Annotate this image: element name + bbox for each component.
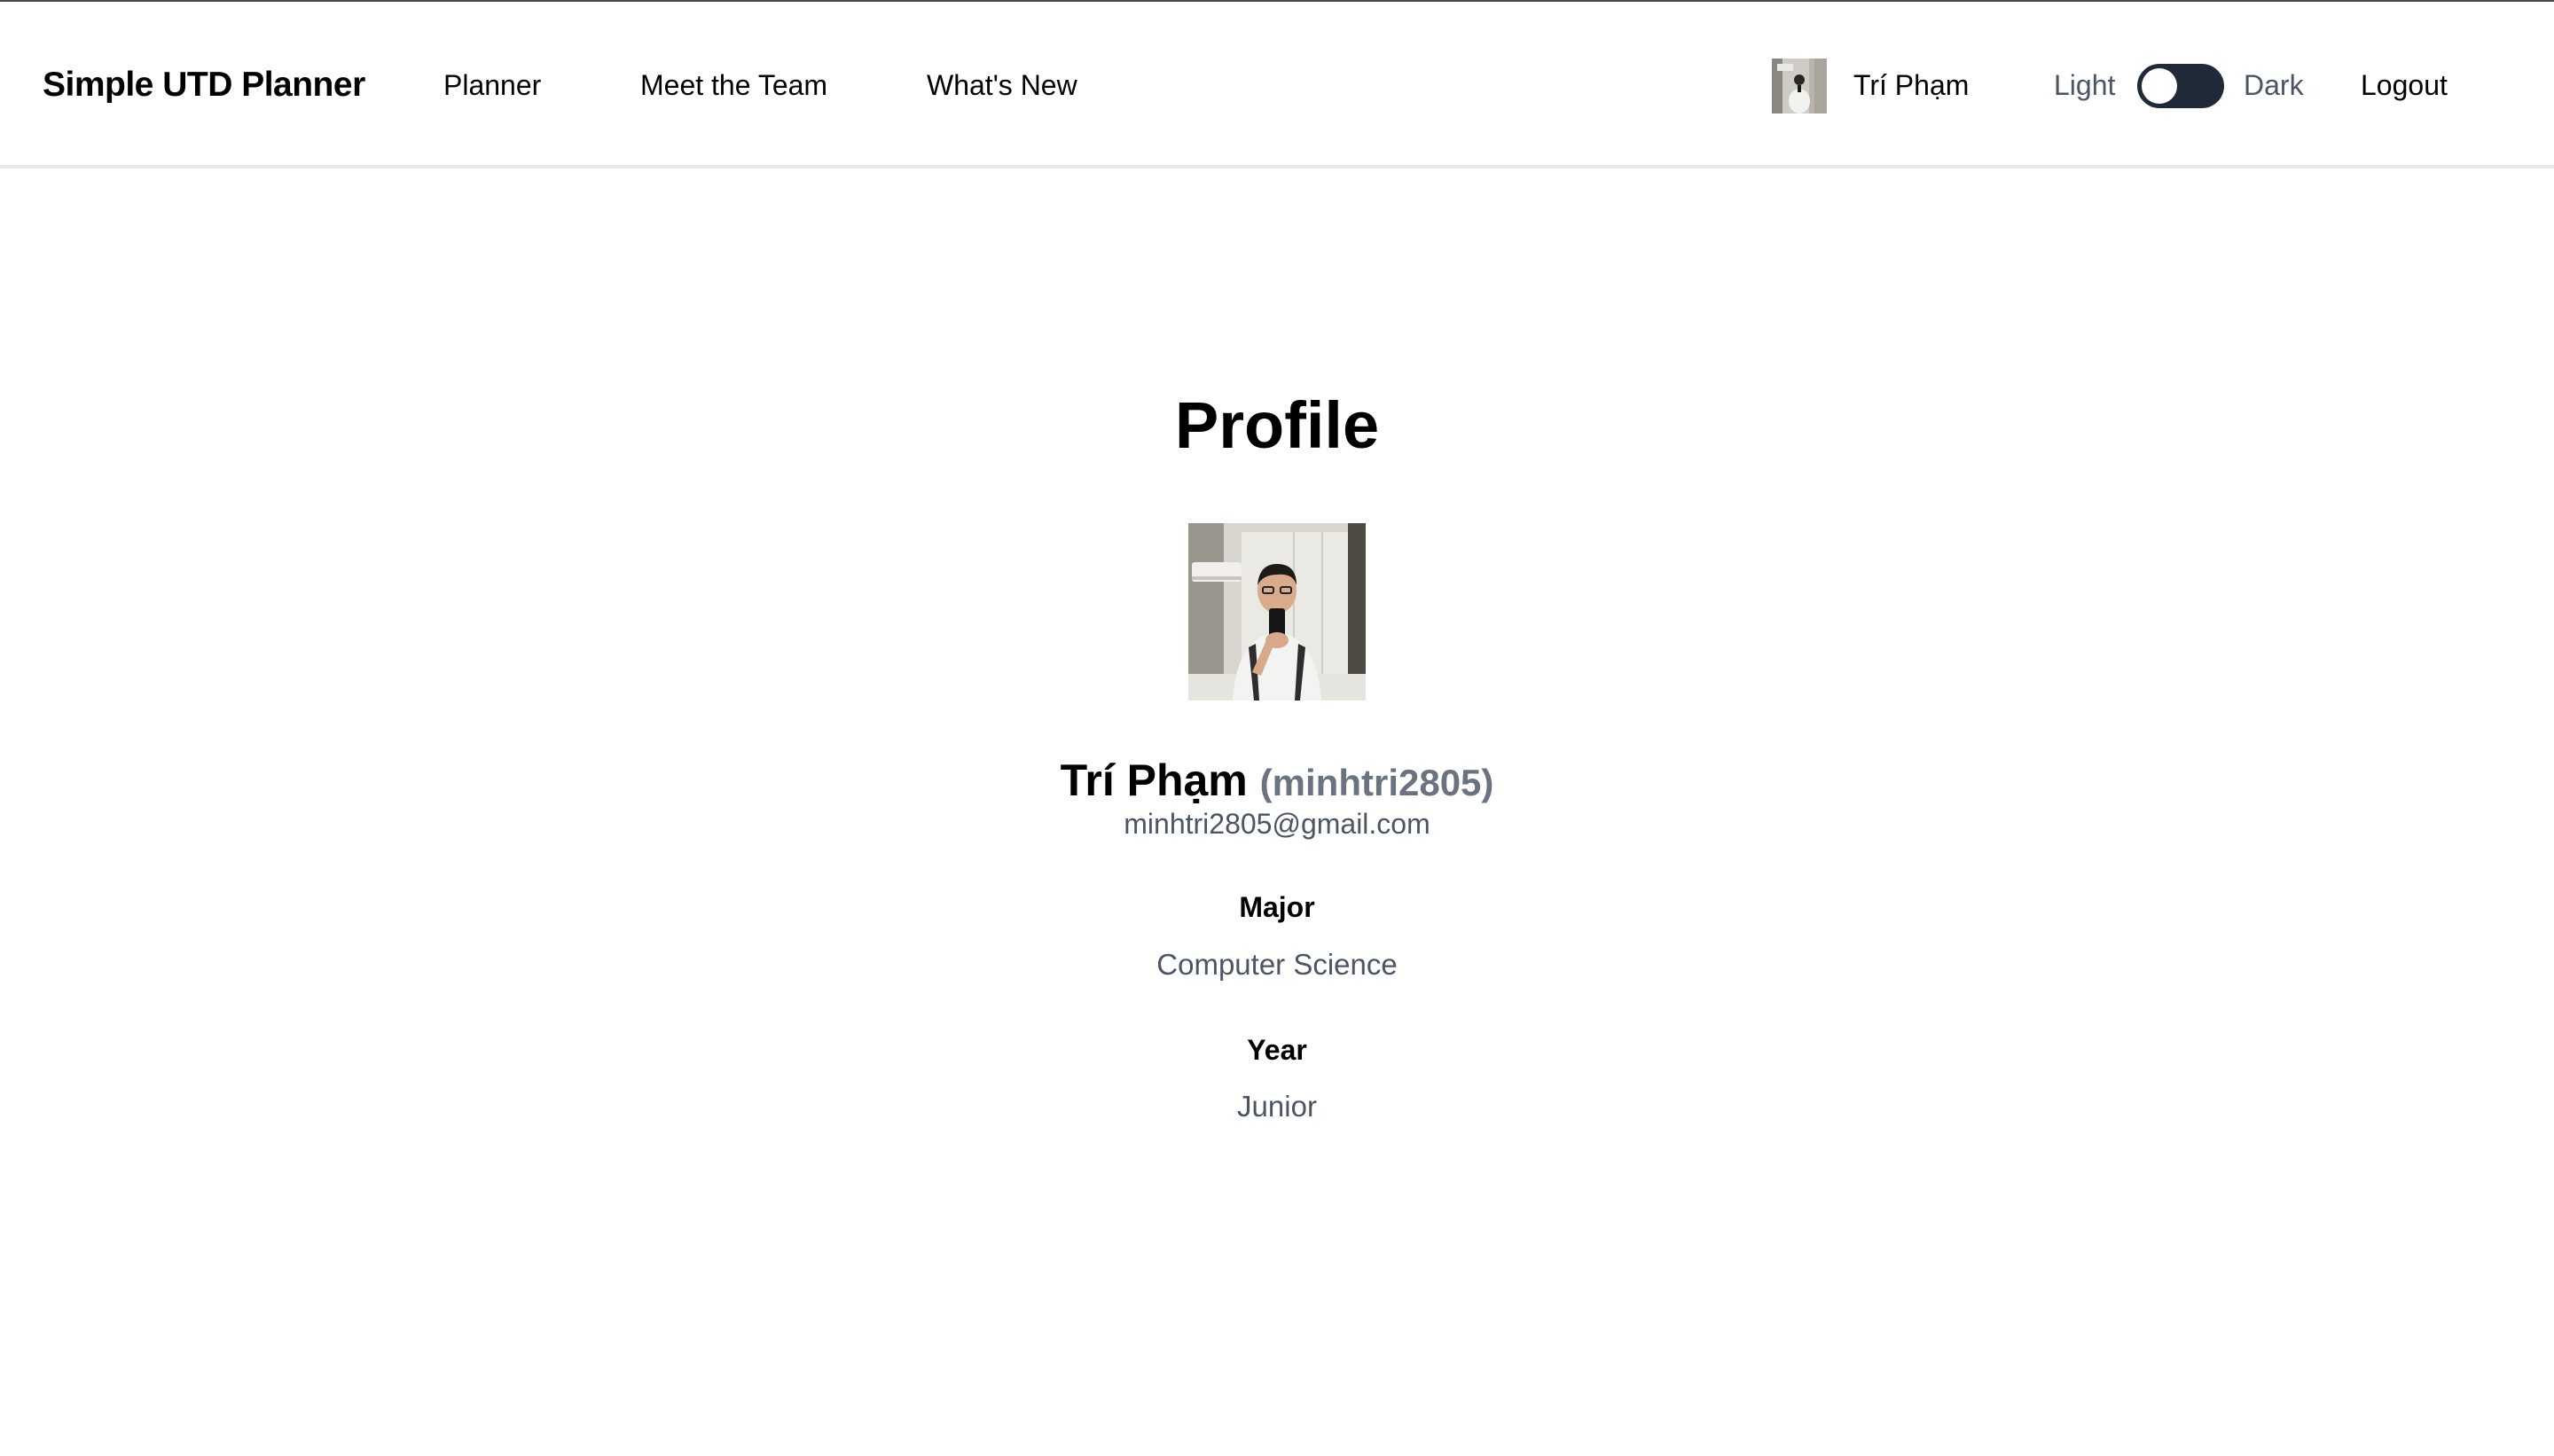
year-value: Junior bbox=[1237, 1090, 1317, 1123]
user-avatar-photo bbox=[1772, 59, 1827, 114]
major-value: Computer Science bbox=[1156, 948, 1398, 981]
brand-logo[interactable]: Simple UTD Planner bbox=[43, 2, 365, 168]
theme-light-label: Light bbox=[2054, 69, 2116, 101]
major-label: Major bbox=[1239, 891, 1315, 923]
profile-display-name: Trí Phạm bbox=[1060, 755, 1248, 805]
profile-username: (minhtri2805) bbox=[1259, 762, 1494, 803]
year-label: Year bbox=[1247, 1034, 1307, 1066]
nav-link-whats-new[interactable]: What's New bbox=[927, 2, 1077, 168]
user-avatar[interactable] bbox=[1772, 59, 1827, 114]
theme-dark-label: Dark bbox=[2244, 69, 2304, 101]
profile-avatar-photo bbox=[1188, 523, 1366, 701]
nav-link-meet-the-team[interactable]: Meet the Team bbox=[640, 2, 827, 168]
theme-toggle[interactable] bbox=[2137, 64, 2224, 108]
logout-button[interactable]: Logout bbox=[2361, 2, 2448, 168]
navbar: Simple UTD Planner Planner Meet the Team… bbox=[0, 2, 2554, 168]
nav-link-planner[interactable]: Planner bbox=[443, 2, 541, 168]
page-title: Profile bbox=[1174, 388, 1380, 462]
profile-email: minhtri2805@gmail.com bbox=[1124, 808, 1430, 840]
profile-avatar bbox=[1188, 523, 1366, 701]
user-name[interactable]: Trí Phạm bbox=[1853, 2, 1969, 168]
theme-toggle-knob bbox=[2142, 68, 2177, 104]
